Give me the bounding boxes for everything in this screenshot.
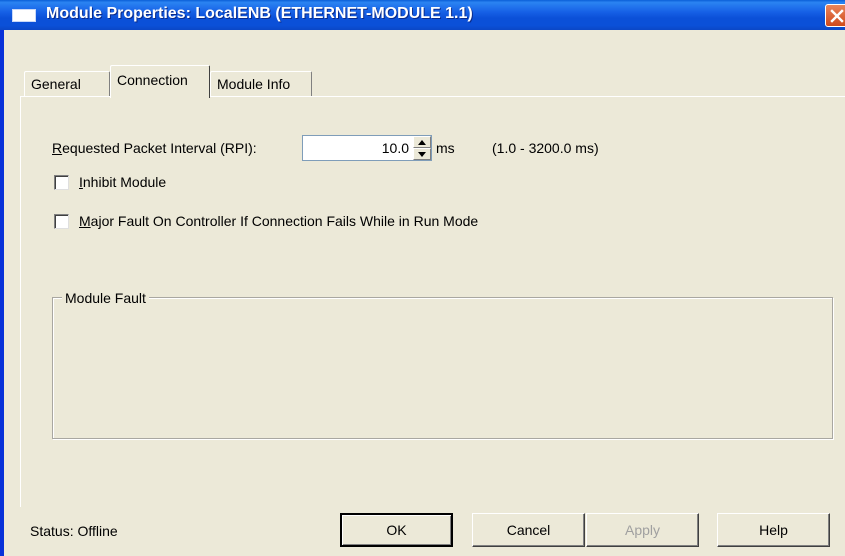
module-properties-dialog: Module Properties: LocalENB (ETHERNET-MO… [0, 0, 845, 556]
apply-button[interactable]: Apply [586, 513, 699, 547]
tab-connection[interactable]: Connection [110, 65, 210, 98]
major-fault-row[interactable]: Major Fault On Controller If Connection … [54, 213, 478, 229]
tab-general[interactable]: General [24, 71, 110, 97]
close-icon [830, 8, 844, 23]
rpi-spinner [413, 136, 431, 160]
rpi-spin-up-button[interactable] [413, 136, 431, 148]
inhibit-module-checkbox[interactable] [54, 174, 69, 190]
module-fault-group [52, 297, 833, 439]
inhibit-module-row[interactable]: Inhibit Module [54, 174, 166, 190]
rpi-row: Requested Packet Interval (RPI): ms (1.0… [52, 135, 599, 161]
rpi-label: Requested Packet Interval (RPI): [52, 140, 257, 156]
tab-module-info[interactable]: Module Info [210, 71, 312, 97]
status-text: Status: Offline [30, 523, 118, 539]
major-fault-label: Major Fault On Controller If Connection … [79, 213, 479, 229]
rpi-range: (1.0 - 3200.0 ms) [492, 140, 599, 156]
rpi-unit: ms [436, 140, 455, 156]
title-bar[interactable]: Module Properties: LocalENB (ETHERNET-MO… [0, 0, 845, 30]
cancel-button[interactable]: Cancel [472, 513, 585, 547]
help-button[interactable]: Help [717, 513, 830, 547]
inhibit-module-label: Inhibit Module [79, 174, 167, 190]
window-title: Module Properties: LocalENB (ETHERNET-MO… [46, 5, 473, 22]
arrow-down-icon [418, 151, 426, 157]
ok-button[interactable]: OK [340, 513, 453, 547]
rpi-field [302, 135, 432, 161]
rpi-spin-down-button[interactable] [413, 148, 431, 160]
arrow-up-icon [418, 139, 426, 145]
major-fault-checkbox[interactable] [54, 213, 69, 229]
module-fault-legend: Module Fault [62, 290, 149, 306]
close-button[interactable] [825, 4, 845, 27]
rpi-input[interactable] [303, 136, 413, 160]
window-icon [12, 9, 36, 22]
